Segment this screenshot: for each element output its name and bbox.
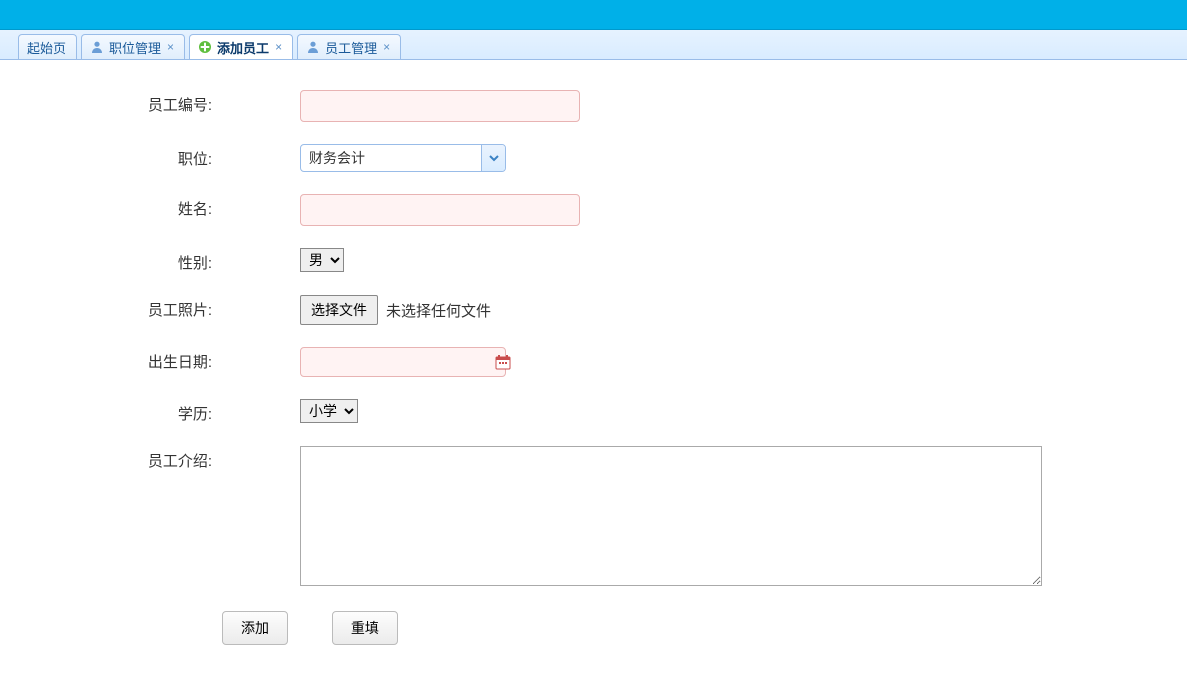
position-combobox[interactable]: 财务会计 <box>300 144 506 172</box>
reset-button[interactable]: 重填 <box>332 611 398 645</box>
label-gender: 性别: <box>0 248 220 273</box>
close-icon[interactable]: × <box>167 40 174 54</box>
label-name: 姓名: <box>0 194 220 219</box>
choose-file-button[interactable]: 选择文件 <box>300 295 378 325</box>
label-education: 学历: <box>0 399 220 424</box>
close-icon[interactable]: × <box>383 40 390 54</box>
tab-label: 添加员工 <box>217 38 269 57</box>
add-icon <box>198 40 212 54</box>
tab-label: 职位管理 <box>109 38 161 57</box>
form-content: 员工编号: 职位: 财务会计 姓名: 性别: 男 女 <box>0 60 1187 645</box>
intro-textarea[interactable] <box>300 446 1042 586</box>
tab-employee-manage[interactable]: 员工管理 × <box>297 34 401 59</box>
close-icon[interactable]: × <box>275 40 282 54</box>
label-position: 职位: <box>0 144 220 169</box>
tab-start[interactable]: 起始页 <box>18 34 77 59</box>
birthdate-input-wrapper <box>300 347 506 377</box>
education-select[interactable]: 小学 初中 高中 大专 本科 硕士 博士 <box>300 399 358 423</box>
person-icon <box>90 40 104 54</box>
tabs-strip: 起始页 职位管理 × 添加员工 × 员工管理 × <box>0 30 1187 60</box>
header-bar <box>0 0 1187 30</box>
label-employee-no: 员工编号: <box>0 90 220 115</box>
position-value: 财务会计 <box>301 148 481 168</box>
calendar-icon[interactable] <box>494 353 512 371</box>
tab-add-employee[interactable]: 添加员工 × <box>189 34 293 59</box>
chevron-down-icon[interactable] <box>481 145 505 171</box>
label-intro: 员工介绍: <box>0 446 220 471</box>
name-input[interactable] <box>300 194 580 226</box>
tab-position-manage[interactable]: 职位管理 × <box>81 34 185 59</box>
file-status-text: 未选择任何文件 <box>386 300 491 321</box>
person-icon <box>306 40 320 54</box>
label-photo: 员工照片: <box>0 295 220 320</box>
tab-label: 起始页 <box>27 38 66 57</box>
label-birthdate: 出生日期: <box>0 347 220 372</box>
tab-label: 员工管理 <box>325 38 377 57</box>
gender-select[interactable]: 男 女 <box>300 248 344 272</box>
employee-no-input[interactable] <box>300 90 580 122</box>
birthdate-input[interactable] <box>301 348 494 376</box>
add-button[interactable]: 添加 <box>222 611 288 645</box>
